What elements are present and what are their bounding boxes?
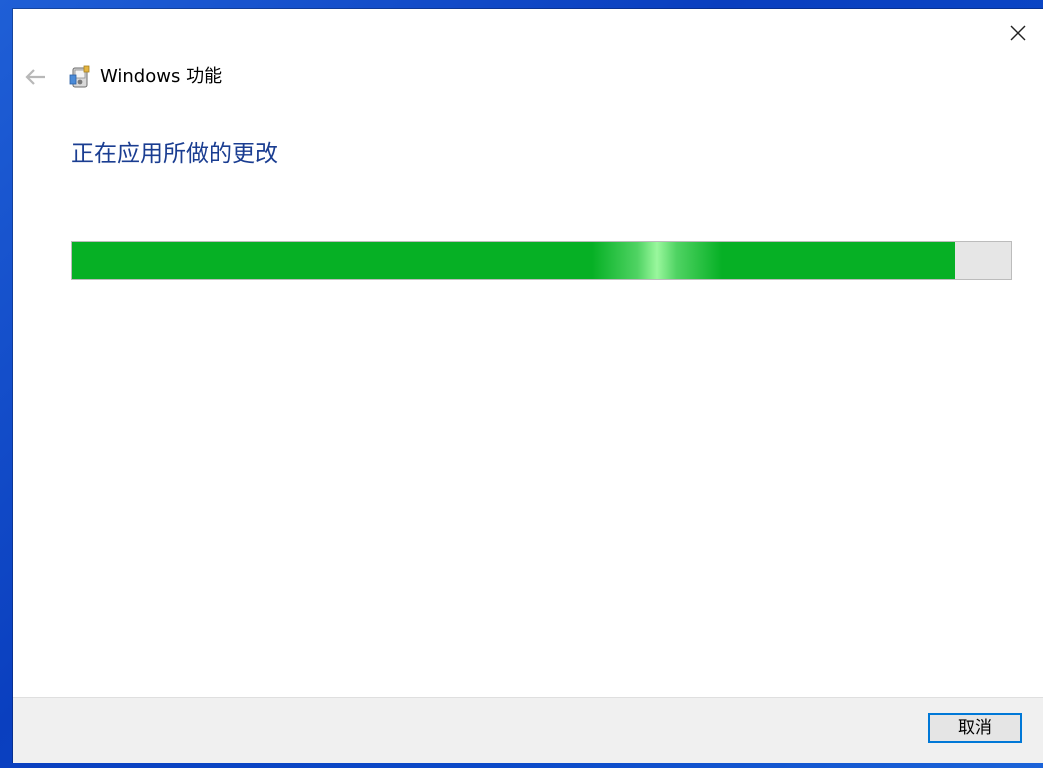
page-heading: 正在应用所做的更改	[71, 141, 278, 167]
dialog-footer: 取消	[13, 697, 1043, 763]
cancel-button[interactable]: 取消	[928, 713, 1022, 743]
back-arrow-icon	[25, 69, 45, 85]
windows-features-dialog: Windows 功能 正在应用所做的更改 取消	[13, 9, 1043, 763]
back-button[interactable]	[24, 66, 48, 88]
progress-bar	[71, 241, 1012, 280]
app-title: Windows 功能	[100, 66, 223, 87]
close-button[interactable]	[1007, 22, 1029, 44]
progress-bar-fill	[72, 242, 955, 279]
close-icon	[1010, 25, 1026, 41]
windows-features-icon	[69, 65, 91, 89]
progress-bar-glow	[592, 242, 722, 279]
